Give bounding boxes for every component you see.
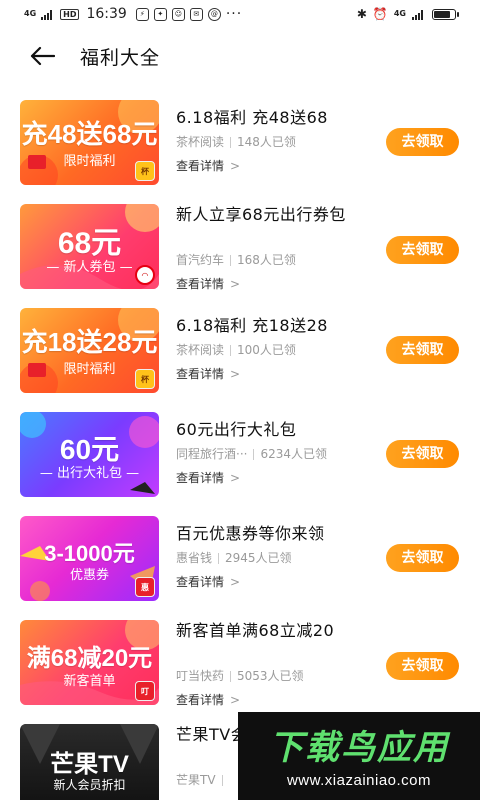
chevron-right-icon: > (230, 693, 241, 707)
item-meta: 惠省钱 2945人已领 (176, 549, 292, 566)
view-details-link[interactable]: 查看详情 > (176, 573, 240, 590)
item-source: 首汽约车 (176, 253, 225, 267)
thumb-sub-text: 新人会员折扣 (53, 778, 126, 792)
list-item[interactable]: 充18送28元 限时福利 杯 6.18福利 充18送28 茶杯阅读 100人已领 … (0, 305, 480, 395)
item-title: 新客首单满68立减20 (176, 621, 335, 640)
page-title: 福利大全 (80, 46, 161, 69)
item-title: 6.18福利 充48送68 (176, 108, 328, 127)
hd-badge: HD (60, 8, 80, 20)
watermark-url: www.xiazainiao.com (286, 772, 432, 789)
item-thumbnail: 3-1000元 优惠券 惠 (20, 516, 159, 601)
alarm-icon: ⏰ (372, 7, 388, 21)
chevron-right-icon: > (230, 159, 241, 173)
item-meta: 茶杯阅读 148人已领 (176, 133, 296, 150)
item-meta: 同程旅行酒··· 6234人已领 (176, 445, 327, 462)
app-notification-icon: ✉ (189, 7, 203, 21)
item-title: 6.18福利 充18送28 (176, 316, 328, 335)
claim-button[interactable]: 去领取 (386, 128, 459, 156)
back-button[interactable] (22, 36, 62, 76)
item-source: 茶杯阅读 (176, 343, 225, 357)
status-time: 16:39 (86, 6, 127, 22)
claim-button[interactable]: 去领取 (386, 440, 459, 468)
item-source: 芒果TV (176, 773, 216, 787)
chevron-right-icon: > (230, 367, 241, 381)
item-thumbnail: 满68减20元 新客首单 叮 (20, 620, 159, 705)
item-thumbnail: 68元 — 新人券包 — ◠ (20, 204, 159, 289)
app-notification-icon: ☺ (171, 7, 185, 21)
watermark-banner: 下载鸟应用 www.xiazainiao.com (238, 712, 480, 800)
chevron-right-icon: > (230, 277, 241, 291)
view-details-link[interactable]: 查看详情 > (176, 691, 240, 708)
item-title: 百元优惠券等你来领 (176, 524, 325, 543)
item-thumbnail: 充48送68元 限时福利 杯 (20, 100, 159, 185)
item-thumbnail: 60元 — 出行大礼包 — (20, 412, 159, 497)
thumb-main-text: 充18送28元 (21, 327, 158, 357)
bluetooth-icon: ✱ (356, 7, 367, 21)
claim-button[interactable]: 去领取 (386, 544, 459, 572)
item-meta: 首汽约车 168人已领 (176, 251, 296, 268)
signal-icon (41, 9, 53, 20)
app-logo-icon: 惠 (135, 577, 155, 597)
item-meta: 叮当快药 5053人已领 (176, 667, 304, 684)
view-details-link[interactable]: 查看详情 > (176, 157, 240, 174)
chevron-right-icon: > (230, 471, 241, 485)
list-item[interactable]: 满68减20元 新客首单 叮 新客首单满68立减20 叮当快药 5053人已领 查… (0, 617, 480, 707)
thumb-main-text: 充48送68元 (21, 119, 158, 149)
view-details-link[interactable]: 查看详情 > (176, 469, 240, 486)
app-logo-icon: ◠ (135, 265, 155, 285)
app-notification-icon: @ (207, 7, 221, 21)
item-claimed-count: 148人已领 (237, 135, 296, 149)
app-notification-icon: ✦ (153, 7, 167, 21)
header: 福利大全 (0, 32, 480, 80)
app-logo-icon: 叮 (135, 681, 155, 701)
item-claimed-count: 2945人已领 (225, 551, 292, 565)
thumb-main-text: 满68减20元 (26, 645, 153, 672)
watermark-title: 下载鸟应用 (269, 728, 449, 768)
item-source: 茶杯阅读 (176, 135, 225, 149)
battery-icon (432, 8, 459, 20)
item-claimed-count: 100人已领 (237, 343, 296, 357)
item-meta: 芒果TV (176, 771, 229, 788)
app-notification-icon: ⚡ (135, 7, 149, 21)
claim-button[interactable]: 去领取 (386, 236, 459, 264)
item-thumbnail: 芒果TV 新人会员折扣 (20, 724, 159, 800)
signal-icon (412, 9, 423, 20)
view-details-link[interactable]: 查看详情 > (176, 275, 240, 292)
claim-button[interactable]: 去领取 (386, 336, 459, 364)
list-item[interactable]: 60元 — 出行大礼包 — 60元出行大礼包 同程旅行酒··· 6234人已领 查… (0, 409, 480, 499)
more-notifications-icon: ··· (225, 6, 243, 22)
item-claimed-count: 6234人已领 (260, 447, 327, 461)
item-meta: 茶杯阅读 100人已领 (176, 341, 296, 358)
item-source: 同程旅行酒··· (176, 447, 248, 461)
item-title: 新人立享68元出行券包 (176, 205, 346, 224)
list-item[interactable]: 充48送68元 限时福利 杯 6.18福利 充48送68 茶杯阅读 148人已领 … (0, 97, 480, 187)
list-item[interactable]: 3-1000元 优惠券 惠 百元优惠券等你来领 惠省钱 2945人已领 查看详情 >… (0, 513, 480, 603)
item-title: 60元出行大礼包 (176, 420, 297, 439)
status-bar: 4G HD 16:39 ⚡ ✦ ☺ ✉ @ ··· ✱ ⏰ 4G (0, 0, 480, 28)
chevron-right-icon: > (230, 575, 241, 589)
app-logo-icon: 杯 (135, 161, 155, 181)
item-claimed-count: 168人已领 (237, 253, 296, 267)
network-indicator-right: 4G (393, 9, 406, 18)
network-indicator: 4G (24, 9, 37, 18)
thumb-main-text: 芒果TV (50, 751, 129, 778)
item-source: 惠省钱 (176, 551, 213, 565)
thumb-sub-text: — 出行大礼包 — (39, 466, 140, 481)
list-item[interactable]: 68元 — 新人券包 — ◠ 新人立享68元出行券包 首汽约车 168人已领 查看… (0, 201, 480, 291)
item-source: 叮当快药 (176, 669, 225, 683)
app-logo-icon: 杯 (135, 369, 155, 389)
back-arrow-icon (30, 46, 55, 66)
claim-button[interactable]: 去领取 (386, 652, 459, 680)
item-claimed-count: 5053人已领 (237, 669, 304, 683)
item-thumbnail: 充18送28元 限时福利 杯 (20, 308, 159, 393)
view-details-link[interactable]: 查看详情 > (176, 365, 240, 382)
